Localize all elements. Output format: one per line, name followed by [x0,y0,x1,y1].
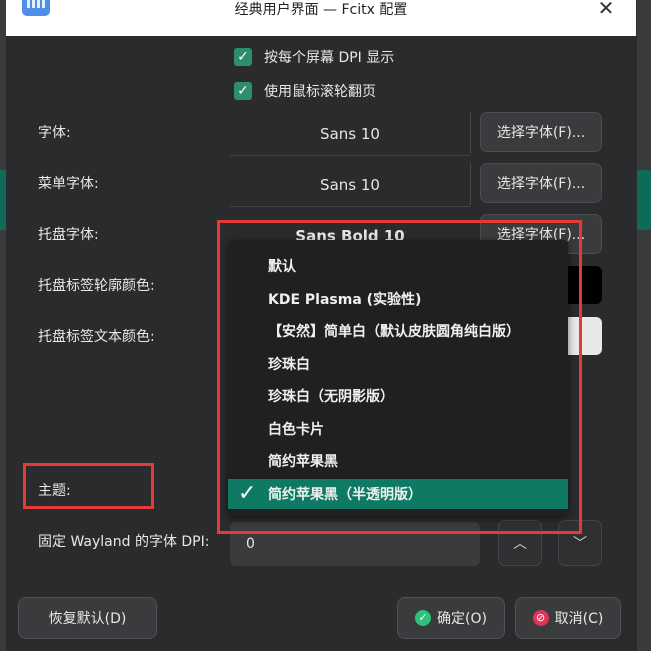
label-tray-font: 托盘字体: [38,227,99,243]
checkbox-label: 使用鼠标滚轮翻页 [264,84,376,100]
annotation-box-dropdown [217,220,582,534]
titlebar: 经典用户界面 — Fcitx 配置 ✕ [6,0,636,36]
restore-defaults-button[interactable]: 恢复默认(D) [18,597,157,639]
menu-font-value-field[interactable]: Sans 10 [230,163,470,207]
cancel-label: 取消(C) [554,611,604,627]
field-divider [470,163,471,205]
checkbox-row-per-screen-dpi[interactable]: ✓ 按每个屏幕 DPI 显示 [234,46,394,68]
ok-button[interactable]: ✓ 确定(O) [397,597,505,639]
checkbox-per-screen-dpi[interactable]: ✓ [234,48,252,66]
background-app-highlight-right [637,170,651,230]
label-font: 字体: [38,125,71,141]
chevron-up-icon: ︿ [513,536,527,552]
annotation-box-theme-label [23,463,154,509]
check-circle-icon: ✓ [415,610,432,626]
background-app-right [637,0,651,651]
label-tray-text-color: 托盘标签文本颜色: [38,329,155,345]
cancel-circle-icon: ⊘ [532,610,549,626]
close-button[interactable]: ✕ [596,0,616,18]
window-title: 经典用户界面 — Fcitx 配置 [234,2,408,18]
cancel-button[interactable]: ⊘ 取消(C) [515,597,621,639]
label-tray-outline-color: 托盘标签轮廓颜色: [38,278,155,294]
label-menu-font: 菜单字体: [38,176,99,192]
select-font-button[interactable]: 选择字体(F)... [480,112,602,152]
ok-label: 确定(O) [437,611,487,627]
select-menu-font-button[interactable]: 选择字体(F)... [480,163,602,203]
chevron-down-icon: ﹀ [573,536,587,552]
label-wayland-dpi: 固定 Wayland 的字体 DPI: [38,534,210,550]
checkbox-label: 按每个屏幕 DPI 显示 [264,50,395,66]
font-value-field[interactable]: Sans 10 [230,112,470,156]
checkbox-wheel-paging[interactable]: ✓ [234,82,252,100]
config-dialog: 经典用户界面 — Fcitx 配置 ✕ ✓ 按每个屏幕 DPI 显示 ✓ 使用鼠… [6,0,636,651]
field-divider [470,112,471,154]
checkbox-row-wheel-paging[interactable]: ✓ 使用鼠标滚轮翻页 [234,80,376,102]
